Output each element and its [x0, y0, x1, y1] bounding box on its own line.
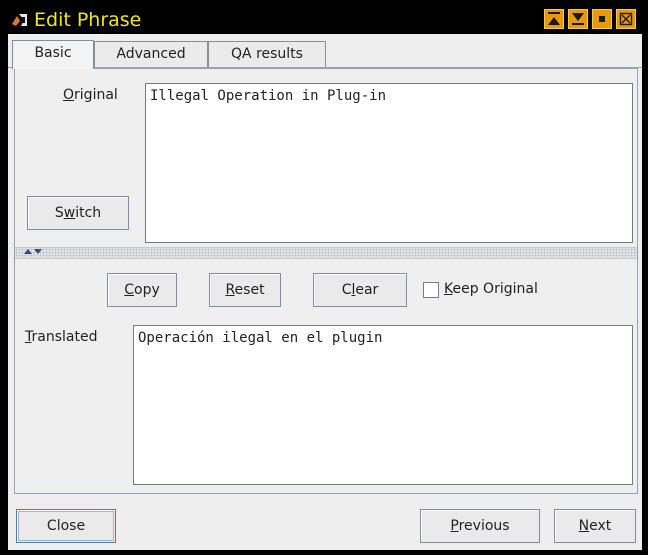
- split-pane-divider[interactable]: [15, 247, 637, 259]
- tab-basic[interactable]: Basic: [12, 40, 94, 69]
- close-window-button[interactable]: [616, 9, 636, 29]
- minimize-icon: [548, 12, 560, 25]
- close-button[interactable]: Close: [16, 509, 116, 543]
- clear-button[interactable]: Clear: [313, 273, 407, 307]
- switch-button[interactable]: Switch: [27, 196, 129, 230]
- edit-phrase-window: Edit Phrase Basic Advanced QA results Or…: [0, 0, 648, 555]
- dialog-footer: Close Previous Next: [8, 494, 642, 550]
- tab-qa-results[interactable]: QA results: [208, 41, 326, 67]
- next-button[interactable]: Next: [554, 509, 636, 543]
- restore-icon: [572, 13, 584, 25]
- app-logo-icon: [10, 11, 30, 29]
- restore-button[interactable]: [568, 9, 588, 29]
- title-bar[interactable]: Edit Phrase: [8, 6, 642, 34]
- previous-button[interactable]: Previous: [420, 509, 540, 543]
- basic-tab-panel: Original Switch Illegal Operation in Plu…: [14, 68, 638, 494]
- original-text-area[interactable]: Illegal Operation in Plug-in: [145, 83, 633, 243]
- window-title: Edit Phrase: [34, 9, 142, 31]
- copy-button[interactable]: Copy: [107, 273, 177, 307]
- shade-icon: [599, 16, 605, 22]
- translated-text-area[interactable]: Operación ilegal en el plugin: [133, 325, 633, 485]
- translated-label: Translated: [25, 329, 98, 345]
- minimize-button[interactable]: [544, 9, 564, 29]
- keep-original-label[interactable]: Keep Original: [444, 281, 538, 297]
- keep-original-checkbox[interactable]: [423, 282, 439, 298]
- dialog-content: Basic Advanced QA results Original Switc…: [8, 34, 642, 550]
- original-label: Original: [63, 87, 118, 103]
- tab-strip: Basic Advanced QA results: [8, 34, 642, 69]
- reset-button[interactable]: Reset: [209, 273, 281, 307]
- close-icon: [619, 12, 633, 26]
- shade-button[interactable]: [592, 9, 612, 29]
- splitter-arrows-icon[interactable]: [23, 248, 45, 256]
- tab-advanced[interactable]: Advanced: [94, 41, 208, 67]
